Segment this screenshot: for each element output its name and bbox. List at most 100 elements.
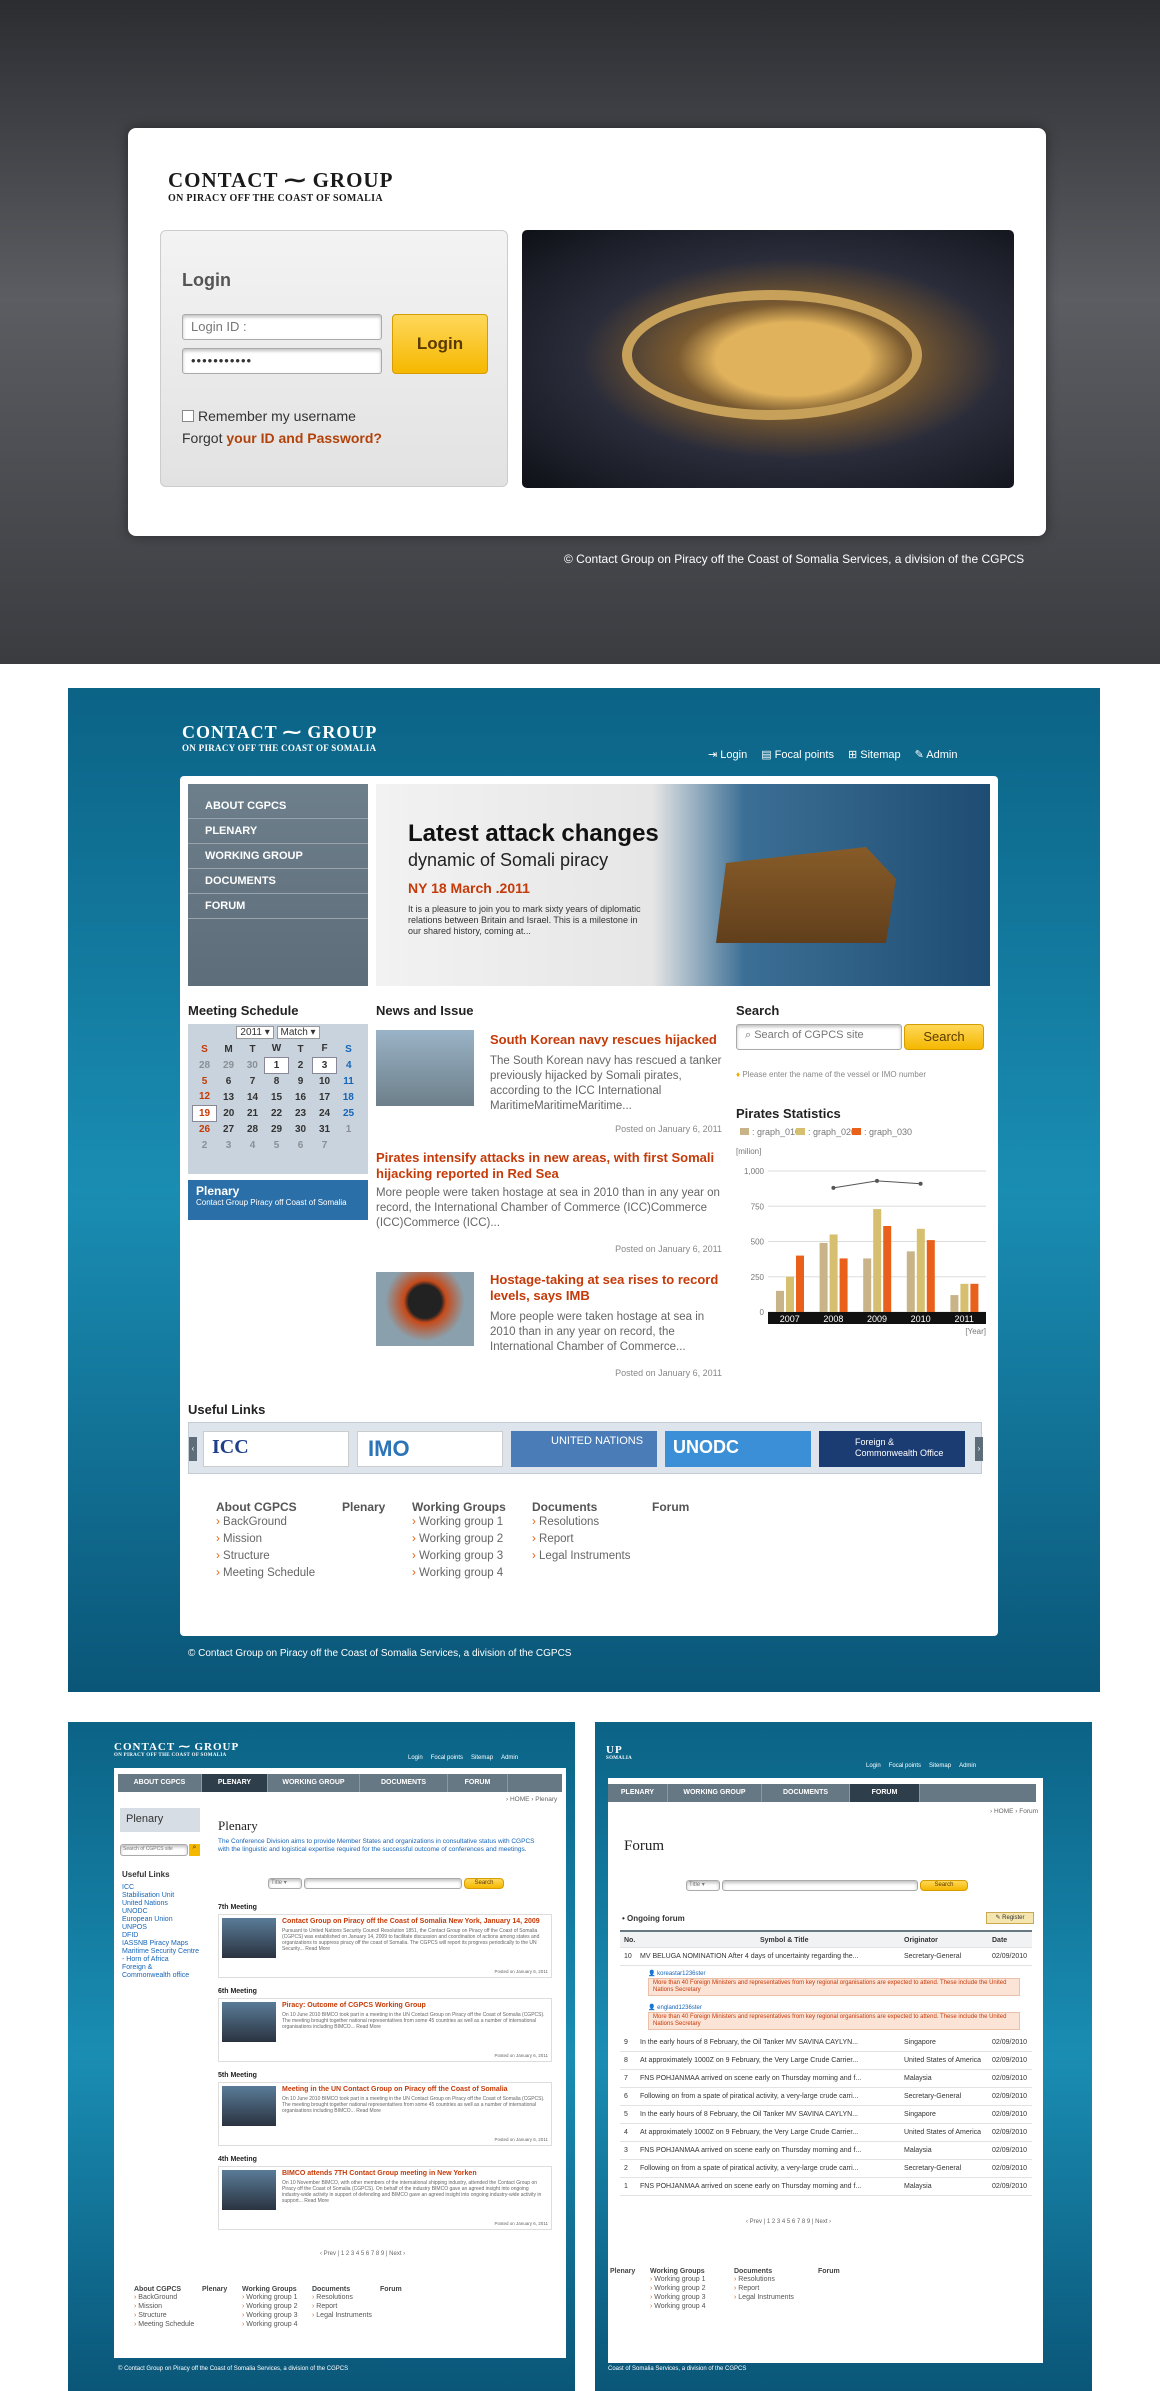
carousel-prev-arrow[interactable]: ‹ <box>189 1437 197 1461</box>
calendar-day[interactable]: 3 <box>312 1056 337 1074</box>
calendar-day[interactable]: 15 <box>265 1089 289 1105</box>
footer-link[interactable]: Meeting Schedule <box>134 2320 194 2329</box>
fco-logo[interactable]: Foreign & Commonwealth Office <box>819 1431 965 1467</box>
sitemap-link[interactable]: Sitemap <box>471 1755 493 1761</box>
calendar-day[interactable]: 2 <box>193 1137 217 1153</box>
footer-link[interactable]: Structure <box>134 2311 194 2320</box>
forum-row[interactable]: 5 In the early hours of 8 February, the O… <box>620 2106 1032 2124</box>
footer-link[interactable]: Working group 3 <box>650 2293 705 2302</box>
plenary-title-select[interactable]: Title ▾ <box>268 1878 302 1889</box>
footer-link[interactable]: Working group 2 <box>412 1531 506 1548</box>
forum-search-input[interactable] <box>722 1880 918 1891</box>
login-link[interactable]: Login <box>866 1763 881 1769</box>
reply-user[interactable]: 👤 england1236ster <box>648 2004 702 2011</box>
nav-forum[interactable]: FORUM <box>850 1784 920 1802</box>
login-link[interactable]: ⇥ Login <box>708 748 747 761</box>
month-select[interactable]: Match ▾ <box>276 1026 320 1039</box>
footer-link[interactable]: Report <box>734 2284 794 2293</box>
focal-points-link[interactable]: ▤ Focal points <box>761 748 834 761</box>
remember-checkbox[interactable] <box>182 410 194 422</box>
imo-logo[interactable]: IMO <box>357 1431 503 1467</box>
calendar-day[interactable]: 11 <box>337 1073 361 1089</box>
footer-column-title[interactable]: Documents <box>734 2268 794 2275</box>
calendar-day[interactable]: 29 <box>217 1057 241 1073</box>
footer-link[interactable]: Resolutions <box>532 1514 630 1531</box>
calendar-day[interactable]: 9 <box>289 1073 313 1089</box>
calendar-day[interactable]: 24 <box>313 1105 337 1121</box>
site-search-button[interactable]: Search <box>904 1024 984 1050</box>
footer-link[interactable]: Mission <box>216 1531 315 1548</box>
calendar-day[interactable]: 6 <box>289 1137 313 1153</box>
calendar-day[interactable]: 7 <box>313 1137 337 1153</box>
nav-documents[interactable]: DOCUMENTS <box>188 869 368 894</box>
nav-documents[interactable]: DOCUMENTS <box>762 1784 850 1802</box>
calendar-day[interactable]: 21 <box>241 1105 265 1121</box>
calendar-day[interactable]: 7 <box>241 1073 265 1089</box>
footer-link[interactable]: Meeting Schedule <box>216 1565 315 1582</box>
nav-about[interactable]: ABOUT CGPCS <box>188 794 368 819</box>
search-icon[interactable]: ⌕ <box>189 1844 200 1856</box>
forum-row[interactable]: 4 At approximately 1000Z on 9 February, t… <box>620 2124 1032 2142</box>
calendar-day[interactable]: 4 <box>337 1057 361 1073</box>
forum-row[interactable]: 10 MV BELUGA NOMINATION After 4 days of u… <box>620 1948 1032 1966</box>
plenary-useful-link[interactable]: UNPOS <box>122 1924 202 1932</box>
forum-row[interactable]: 1 FNS POHJANMAA arrived on scene early on… <box>620 2178 1032 2196</box>
footer-link[interactable]: Working group 1 <box>412 1514 506 1531</box>
register-button[interactable]: ✎ Register <box>986 1912 1034 1924</box>
admin-link[interactable]: Admin <box>959 1763 976 1769</box>
reply-user[interactable]: 👤 koreastar1236ster <box>648 1970 706 1977</box>
nav-plenary[interactable]: PLENARY <box>608 1784 668 1802</box>
footer-column-title[interactable]: Plenary <box>202 2286 227 2293</box>
footer-link[interactable]: Working group 4 <box>412 1565 506 1582</box>
calendar-day[interactable]: 2 <box>289 1057 313 1073</box>
footer-link[interactable]: Working group 1 <box>650 2275 705 2284</box>
forum-search-button[interactable]: Search <box>920 1880 968 1891</box>
nav-forum[interactable]: FORUM <box>448 1774 508 1792</box>
forgot-link[interactable]: your ID and Password? <box>226 430 382 446</box>
plenary-useful-link[interactable]: United Nations <box>122 1900 202 1908</box>
calendar-day[interactable]: 8 <box>265 1073 289 1089</box>
plenary-search-input[interactable] <box>304 1878 462 1889</box>
plenary-useful-link[interactable]: Foreign & Commonwealth office <box>122 1964 202 1980</box>
plenary-useful-link[interactable]: European Union <box>122 1916 202 1924</box>
calendar-day[interactable]: 26 <box>193 1121 217 1137</box>
plenary-banner[interactable]: Plenary Contact Group Piracy off Coast o… <box>188 1180 368 1220</box>
calendar-day[interactable]: 5 <box>265 1137 289 1153</box>
forum-row[interactable]: 9 In the early hours of 8 February, the O… <box>620 2034 1032 2052</box>
calendar-day[interactable]: 1 <box>264 1056 289 1074</box>
footer-link[interactable]: Working group 3 <box>412 1548 506 1565</box>
meeting-title[interactable]: Meeting in the UN Contact Group on Pirac… <box>282 2086 548 2093</box>
footer-column-title[interactable]: About CGPCS <box>216 1500 315 1514</box>
plenary-useful-link[interactable]: IASSNB Piracy Maps <box>122 1940 202 1948</box>
site-search-input[interactable]: ⌕ Search of CGPCS site <box>736 1024 902 1050</box>
sitemap-link[interactable]: Sitemap <box>929 1763 951 1769</box>
footer-column-title[interactable]: About CGPCS <box>134 2286 194 2293</box>
footer-column-title[interactable]: Forum <box>652 1500 689 1514</box>
login-link[interactable]: Login <box>408 1755 423 1761</box>
calendar-day[interactable]: 28 <box>193 1057 217 1073</box>
calendar-day[interactable]: 23 <box>289 1105 313 1121</box>
calendar-day[interactable]: 13 <box>217 1089 241 1105</box>
footer-column-title[interactable]: Plenary <box>610 2268 635 2275</box>
forum-row[interactable]: 6 Following on from a spate of piratical … <box>620 2088 1032 2106</box>
meeting-title[interactable]: Piracy: Outcome of CGPCS Working Group <box>282 2002 548 2009</box>
footer-column-title[interactable]: Working Groups <box>412 1500 506 1514</box>
forum-row[interactable]: 3 FNS POHJANMAA arrived on scene early on… <box>620 2142 1032 2160</box>
news-title-3[interactable]: Hostage-taking at sea rises to record le… <box>490 1272 722 1304</box>
calendar-day[interactable]: 18 <box>337 1089 361 1105</box>
nav-documents[interactable]: DOCUMENTS <box>360 1774 448 1792</box>
admin-link[interactable]: ✎ Admin <box>915 748 958 761</box>
nav-working-group[interactable]: WORKING GROUP <box>188 844 368 869</box>
nav-working-group[interactable]: WORKING GROUP <box>668 1784 762 1802</box>
focal-points-link[interactable]: Focal points <box>889 1763 921 1769</box>
plenary-pager[interactable]: ‹ Prev | 1 2 3 4 5 6 7 8 9 | Next › <box>320 2250 405 2258</box>
plenary-useful-link[interactable]: ICC <box>122 1884 202 1892</box>
calendar-day[interactable]: 30 <box>289 1121 313 1137</box>
footer-link[interactable]: Resolutions <box>734 2275 794 2284</box>
calendar-day[interactable]: 31 <box>313 1121 337 1137</box>
footer-link[interactable]: Working group 3 <box>242 2311 297 2320</box>
calendar-day[interactable]: 4 <box>241 1137 265 1153</box>
un-logo[interactable]: UNITED NATIONS <box>511 1431 657 1467</box>
calendar-day[interactable]: 28 <box>241 1121 265 1137</box>
plenary-search-button[interactable]: Search <box>464 1878 504 1889</box>
